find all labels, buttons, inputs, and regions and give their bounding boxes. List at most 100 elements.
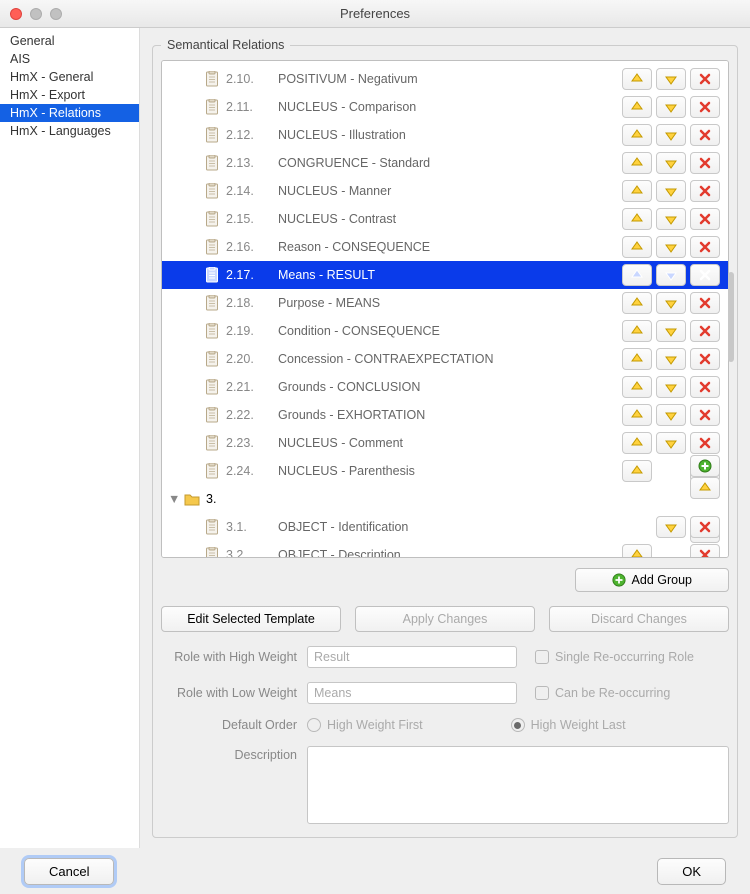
relation-row[interactable]: 2.16.Reason - CONSEQUENCE bbox=[162, 233, 728, 261]
move-down-button[interactable] bbox=[656, 432, 686, 454]
delete-button[interactable] bbox=[690, 208, 720, 230]
delete-button[interactable] bbox=[690, 124, 720, 146]
move-up-button[interactable] bbox=[622, 96, 652, 118]
relation-row[interactable]: 2.23.NUCLEUS - Comment bbox=[162, 429, 728, 457]
delete-button[interactable] bbox=[690, 96, 720, 118]
high-weight-first-radio[interactable] bbox=[307, 718, 321, 732]
row-label: Condition - CONSEQUENCE bbox=[278, 324, 440, 338]
delete-button[interactable] bbox=[690, 152, 720, 174]
move-down-button[interactable] bbox=[656, 376, 686, 398]
delete-button[interactable] bbox=[690, 68, 720, 90]
cancel-button[interactable]: Cancel bbox=[24, 858, 114, 885]
move-up-button[interactable] bbox=[622, 376, 652, 398]
clipboard-icon bbox=[204, 323, 220, 339]
move-up-button[interactable] bbox=[622, 236, 652, 258]
clipboard-icon bbox=[204, 351, 220, 367]
row-label: POSITIVUM - Negativum bbox=[278, 72, 418, 86]
move-up-button[interactable] bbox=[690, 477, 720, 499]
delete-button[interactable] bbox=[690, 348, 720, 370]
canbe-reoccurring-checkbox[interactable] bbox=[535, 686, 549, 700]
move-down-button[interactable] bbox=[656, 348, 686, 370]
relation-row[interactable]: 2.24.NUCLEUS - Parenthesis bbox=[162, 457, 728, 485]
delete-button[interactable] bbox=[690, 516, 720, 538]
single-reoccurring-checkbox[interactable] bbox=[535, 650, 549, 664]
move-down-button[interactable] bbox=[656, 264, 686, 286]
move-up-button[interactable] bbox=[622, 432, 652, 454]
move-down-button[interactable] bbox=[656, 152, 686, 174]
scrollbar[interactable] bbox=[728, 272, 729, 362]
discard-changes-button[interactable]: Discard Changes bbox=[549, 606, 729, 632]
relation-row[interactable]: 2.21.Grounds - CONCLUSION bbox=[162, 373, 728, 401]
description-textarea[interactable] bbox=[307, 746, 729, 824]
relation-row[interactable]: 2.20.Concession - CONTRAEXPECTATION bbox=[162, 345, 728, 373]
row-number: 2.23. bbox=[226, 436, 268, 450]
high-weight-input[interactable] bbox=[307, 646, 517, 668]
edit-template-button[interactable]: Edit Selected Template bbox=[161, 606, 341, 632]
move-down-button[interactable] bbox=[656, 320, 686, 342]
delete-button[interactable] bbox=[690, 236, 720, 258]
move-down-button[interactable] bbox=[656, 404, 686, 426]
group-row[interactable]: ▼3. bbox=[162, 485, 728, 513]
move-down-button[interactable] bbox=[656, 236, 686, 258]
move-down-button[interactable] bbox=[656, 180, 686, 202]
semantical-relations-group: Semantical Relations 2.10.POSITIVUM - Ne… bbox=[152, 38, 738, 838]
move-up-button[interactable] bbox=[622, 320, 652, 342]
relation-row[interactable]: 2.14.NUCLEUS - Manner bbox=[162, 177, 728, 205]
relations-list[interactable]: 2.10.POSITIVUM - Negativum2.11.NUCLEUS -… bbox=[161, 60, 729, 558]
relation-row[interactable]: 3.2.OBJECT - Description bbox=[162, 541, 728, 558]
sidebar-item-general[interactable]: General bbox=[0, 32, 139, 50]
move-up-button[interactable] bbox=[622, 68, 652, 90]
move-up-button[interactable] bbox=[622, 152, 652, 174]
move-down-button[interactable] bbox=[656, 208, 686, 230]
move-down-button[interactable] bbox=[656, 96, 686, 118]
delete-button[interactable] bbox=[690, 432, 720, 454]
row-number: 2.12. bbox=[226, 128, 268, 142]
relation-row[interactable]: 2.10.POSITIVUM - Negativum bbox=[162, 65, 728, 93]
ok-button[interactable]: OK bbox=[657, 858, 726, 885]
sidebar-item-hmx-export[interactable]: HmX - Export bbox=[0, 86, 139, 104]
disclosure-triangle-icon[interactable]: ▼ bbox=[168, 492, 180, 506]
delete-button[interactable] bbox=[690, 292, 720, 314]
delete-button[interactable] bbox=[690, 544, 720, 558]
clipboard-icon bbox=[204, 547, 220, 558]
move-up-button[interactable] bbox=[622, 292, 652, 314]
high-weight-last-radio[interactable] bbox=[511, 718, 525, 732]
move-down-button[interactable] bbox=[656, 516, 686, 538]
delete-button[interactable] bbox=[690, 376, 720, 398]
move-up-button[interactable] bbox=[622, 348, 652, 370]
delete-button[interactable] bbox=[690, 264, 720, 286]
relation-row[interactable]: 2.15.NUCLEUS - Contrast bbox=[162, 205, 728, 233]
move-up-button[interactable] bbox=[622, 460, 652, 482]
relation-row[interactable]: 2.22.Grounds - EXHORTATION bbox=[162, 401, 728, 429]
move-up-button[interactable] bbox=[622, 208, 652, 230]
clipboard-icon bbox=[204, 267, 220, 283]
row-label: NUCLEUS - Contrast bbox=[278, 212, 396, 226]
move-up-button[interactable] bbox=[622, 180, 652, 202]
add-group-button[interactable]: Add Group bbox=[575, 568, 729, 592]
sidebar-item-hmx-languages[interactable]: HmX - Languages bbox=[0, 122, 139, 140]
move-up-button[interactable] bbox=[622, 404, 652, 426]
sidebar-item-hmx-general[interactable]: HmX - General bbox=[0, 68, 139, 86]
relation-row[interactable]: 2.13.CONGRUENCE - Standard bbox=[162, 149, 728, 177]
delete-button[interactable] bbox=[690, 180, 720, 202]
high-weight-last-label: High Weight Last bbox=[531, 718, 626, 732]
add-button[interactable] bbox=[690, 455, 720, 477]
relation-row[interactable]: 2.19.Condition - CONSEQUENCE bbox=[162, 317, 728, 345]
relation-row[interactable]: 2.18.Purpose - MEANS bbox=[162, 289, 728, 317]
sidebar-item-hmx-relations[interactable]: HmX - Relations bbox=[0, 104, 139, 122]
relation-row[interactable]: 2.12.NUCLEUS - Illustration bbox=[162, 121, 728, 149]
move-up-button[interactable] bbox=[622, 264, 652, 286]
apply-changes-button[interactable]: Apply Changes bbox=[355, 606, 535, 632]
move-up-button[interactable] bbox=[622, 544, 652, 558]
move-down-button[interactable] bbox=[656, 124, 686, 146]
move-down-button[interactable] bbox=[656, 68, 686, 90]
move-down-button[interactable] bbox=[656, 292, 686, 314]
low-weight-input[interactable] bbox=[307, 682, 517, 704]
relation-row[interactable]: 2.11.NUCLEUS - Comparison bbox=[162, 93, 728, 121]
delete-button[interactable] bbox=[690, 320, 720, 342]
delete-button[interactable] bbox=[690, 404, 720, 426]
relation-row[interactable]: 3.1.OBJECT - Identification bbox=[162, 513, 728, 541]
sidebar-item-ais[interactable]: AIS bbox=[0, 50, 139, 68]
move-up-button[interactable] bbox=[622, 124, 652, 146]
relation-row[interactable]: 2.17.Means - RESULT bbox=[162, 261, 728, 289]
